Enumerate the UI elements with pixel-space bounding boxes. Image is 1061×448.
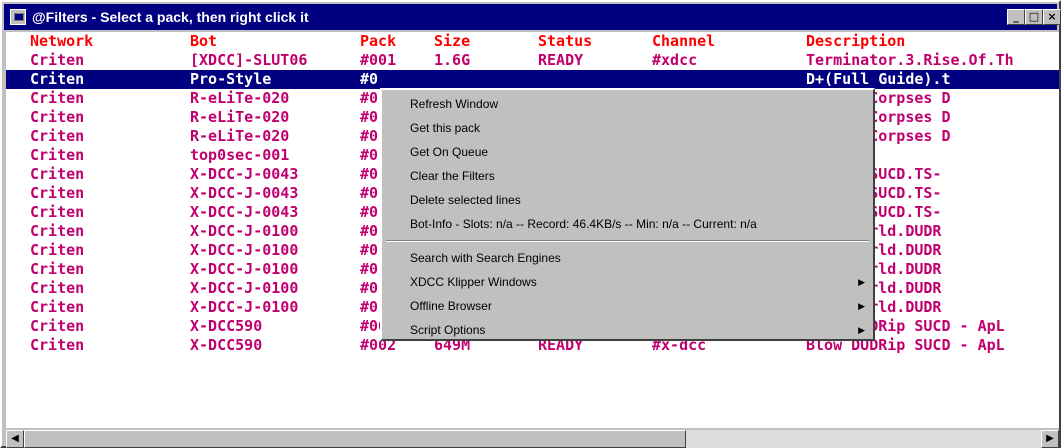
table-header: Network Bot Pack Size Status Channel Descripti… — [6, 32, 1059, 51]
column-header-status[interactable]: Status — [538, 32, 592, 51]
menu-item-label: Delete selected lines — [410, 193, 521, 207]
chevron-right-icon: ▶ — [858, 301, 865, 311]
menu-item[interactable]: Get this pack — [382, 116, 873, 140]
column-header-description[interactable]: Description — [806, 32, 905, 51]
cell-network: Criten — [30, 203, 85, 221]
menu-item-label: Bot-Info - Slots: n/a -- Record: 46.4KB/… — [410, 217, 757, 231]
menu-separator — [386, 240, 869, 242]
cell-pack: #0 — [360, 89, 379, 107]
cell-bot: R-eLiTe-020 — [190, 127, 290, 145]
menu-item-label: Script Options — [410, 323, 486, 337]
column-header-channel[interactable]: Channel — [652, 32, 715, 51]
menu-item-label: Offline Browser — [410, 299, 492, 313]
table-row[interactable]: Criten [XDCC]-SLUT06 #001 1.6G READY #xdcc Ter… — [6, 51, 1059, 70]
cell-bot: [XDCC]-SLUT06 — [190, 51, 308, 69]
cell-bot: X-DCC-J-0043 — [190, 203, 299, 221]
cell-bot: X-DCC590 — [190, 336, 263, 354]
column-header-bot[interactable]: Bot — [190, 32, 217, 51]
column-header-size[interactable]: Size — [434, 32, 470, 51]
cell-network: Criten — [30, 222, 85, 240]
menu-item-label: Get On Queue — [410, 145, 489, 159]
context-menu: Refresh Window Get this pack Get On Queue C… — [380, 88, 875, 341]
scroll-left-icon[interactable]: ◀ — [6, 430, 24, 448]
chevron-right-icon: ▶ — [858, 325, 865, 335]
cell-bot: R-eLiTe-020 — [190, 89, 290, 107]
cell-bot: X-DCC-J-0100 — [190, 298, 299, 316]
cell-bot: top0sec-001 — [190, 146, 290, 164]
table-row[interactable]: Criten Pro-Style #0 D+(Full Guide).t — [6, 70, 1059, 89]
menu-item-label: Get this pack — [410, 121, 481, 135]
cell-pack: #0 — [360, 70, 379, 88]
cell-network: Criten — [30, 298, 85, 316]
cell-pack: #0 — [360, 222, 379, 240]
cell-network: Criten — [30, 336, 85, 354]
cell-size: 1.6G — [434, 51, 471, 69]
cell-network: Criten — [30, 127, 85, 145]
cell-bot: Pro-Style — [190, 70, 272, 88]
cell-pack: #0 — [360, 184, 379, 202]
cell-pack: #0 — [360, 127, 379, 145]
window-icon[interactable] — [10, 9, 26, 25]
cell-bot: X-DCC-J-0100 — [190, 222, 299, 240]
menu-item[interactable]: Script Options ▶ — [382, 318, 873, 342]
cell-network: Criten — [30, 241, 85, 259]
cell-network: Criten — [30, 146, 85, 164]
menu-item[interactable]: Get On Queue — [382, 140, 873, 164]
cell-network: Criten — [30, 89, 85, 107]
menu-item-label: Search with Search Engines — [410, 251, 561, 265]
column-header-pack[interactable]: Pack — [360, 32, 396, 51]
menu-item-label: Clear the Filters — [410, 169, 495, 183]
cell-network: Criten — [30, 317, 85, 335]
menu-item[interactable]: Refresh Window — [382, 92, 873, 116]
cell-status: READY — [538, 51, 584, 69]
menu-item[interactable]: Bot-Info - Slots: n/a -- Record: 46.4KB/… — [382, 212, 873, 236]
menu-item-label: Refresh Window — [410, 97, 499, 111]
cell-pack: #001 — [360, 51, 397, 69]
cell-pack: #0 — [360, 146, 379, 164]
cell-description: Terminator.3.Rise.Of.Th — [806, 51, 1014, 69]
cell-network: Criten — [30, 165, 85, 183]
cell-bot: R-eLiTe-020 — [190, 108, 290, 126]
close-icon[interactable]: × — [1043, 9, 1061, 25]
minimize-icon[interactable]: _ — [1007, 9, 1025, 25]
cell-pack: #0 — [360, 279, 379, 297]
cell-bot: X-DCC-J-0100 — [190, 241, 299, 259]
chevron-right-icon: ▶ — [858, 277, 865, 287]
title-bar[interactable]: @Filters - Select a pack, then right cli… — [4, 4, 1061, 30]
cell-pack: #0 — [360, 260, 379, 278]
cell-pack: #0 — [360, 241, 379, 259]
cell-description: D+(Full Guide).t — [806, 70, 951, 88]
menu-item[interactable]: Offline Browser ▶ — [382, 294, 873, 318]
cell-bot: X-DCC590 — [190, 317, 263, 335]
cell-pack: #0 — [360, 298, 379, 316]
cell-pack: #0 — [360, 108, 379, 126]
cell-network: Criten — [30, 260, 85, 278]
cell-channel: #xdcc — [652, 51, 698, 69]
menu-item[interactable]: Search with Search Engines — [382, 246, 873, 270]
cell-network: Criten — [30, 108, 85, 126]
scrollbar-thumb[interactable] — [24, 430, 686, 448]
window-title: @Filters - Select a pack, then right cli… — [32, 9, 309, 25]
maximize-icon[interactable]: □ — [1025, 9, 1043, 25]
menu-item[interactable]: Clear the Filters — [382, 164, 873, 188]
menu-item[interactable]: Delete selected lines — [382, 188, 873, 212]
cell-bot: X-DCC-J-0100 — [190, 260, 299, 278]
cell-pack: #0 — [360, 203, 379, 221]
cell-network: Criten — [30, 70, 85, 88]
column-header-network[interactable]: Network — [30, 32, 93, 51]
menu-item-label: XDCC Klipper Windows — [410, 275, 537, 289]
cell-bot: X-DCC-J-0100 — [190, 279, 299, 297]
cell-bot: X-DCC-J-0043 — [190, 165, 299, 183]
cell-bot: X-DCC-J-0043 — [190, 184, 299, 202]
horizontal-scrollbar[interactable]: ◀ ▶ — [6, 430, 1059, 448]
cell-network: Criten — [30, 51, 85, 69]
scroll-right-icon[interactable]: ▶ — [1041, 430, 1059, 448]
cell-pack: #0 — [360, 165, 379, 183]
cell-network: Criten — [30, 184, 85, 202]
cell-network: Criten — [30, 279, 85, 297]
menu-item[interactable]: XDCC Klipper Windows ▶ — [382, 270, 873, 294]
